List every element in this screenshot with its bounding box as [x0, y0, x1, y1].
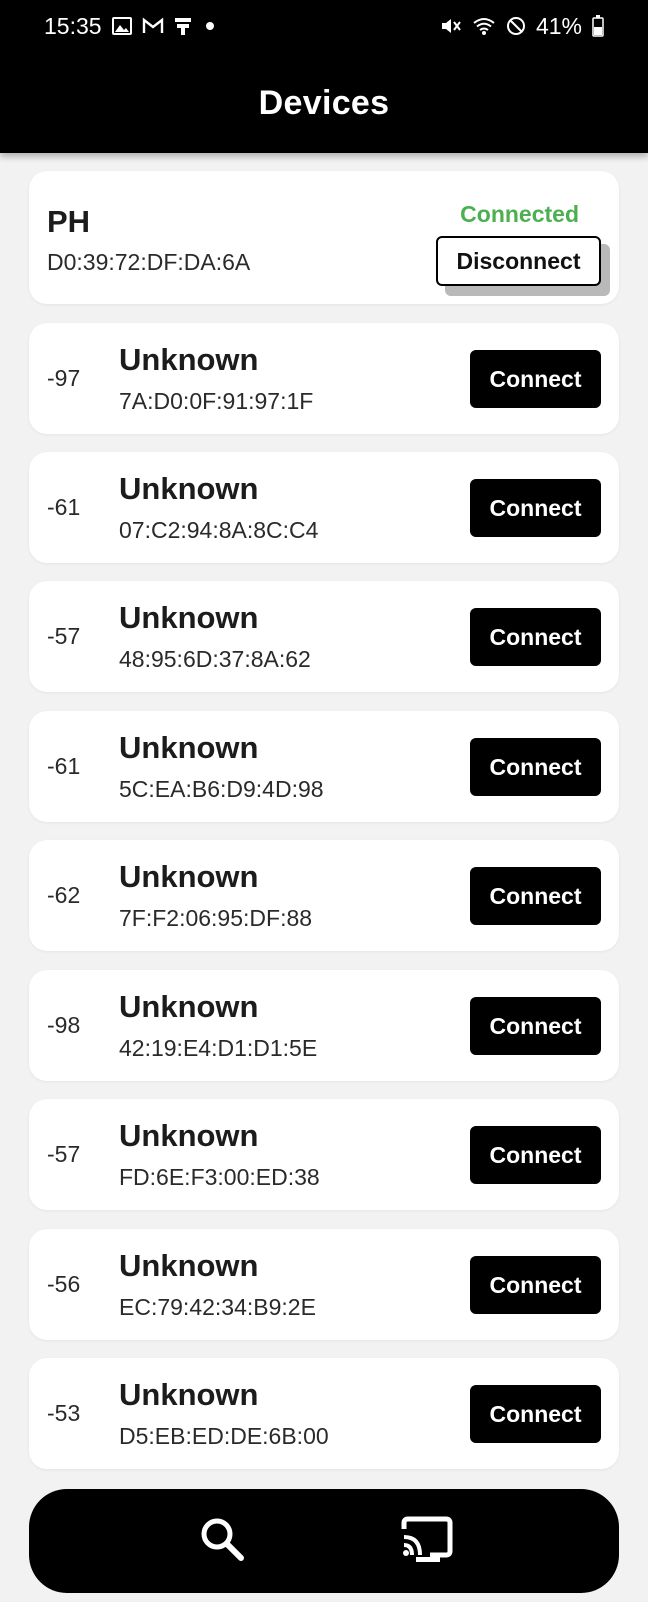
device-mac: 5C:EA:B6:D9:4D:98 [119, 776, 324, 802]
connect-button[interactable]: Connect [470, 997, 601, 1055]
connect-button[interactable]: Connect [470, 608, 601, 666]
disconnect-button[interactable]: Disconnect [436, 236, 601, 286]
bottom-nav [29, 1489, 619, 1593]
connect-button[interactable]: Connect [470, 1126, 601, 1184]
notification-icon [174, 16, 192, 36]
device-name: Unknown [119, 600, 259, 635]
device-mac: 07:C2:94:8A:8C:C4 [119, 517, 319, 543]
device-rssi: -57 [47, 623, 81, 649]
device-name: Unknown [119, 1377, 259, 1412]
connected-device-mac: D0:39:72:DF:DA:6A [47, 249, 251, 275]
device-mac: EC:79:42:34:B9:2E [119, 1294, 316, 1320]
connect-button[interactable]: Connect [470, 867, 601, 925]
wifi-icon [472, 16, 496, 36]
do-not-disturb-icon [506, 16, 526, 36]
page-title: Devices [258, 83, 390, 122]
gmail-icon [142, 17, 164, 35]
device-name: Unknown [119, 730, 259, 765]
device-mac: 7F:F2:06:95:DF:88 [119, 905, 313, 931]
status-right: 41% [440, 13, 604, 40]
device-name: Unknown [119, 471, 259, 506]
device-rssi: -53 [47, 1400, 81, 1426]
dot-icon [202, 18, 218, 34]
device-card: -61 Unknown 5C:EA:B6:D9:4D:98 Connect [29, 711, 619, 822]
device-mac: 7A:D0:0F:91:97:1F [119, 388, 314, 414]
status-bar: 15:35 41% [0, 0, 648, 52]
cast-icon [400, 1515, 454, 1568]
connected-device-card: PH D0:39:72:DF:DA:6A Connected Disconnec… [29, 171, 619, 304]
connect-button[interactable]: Connect [470, 350, 601, 408]
status-left: 15:35 [44, 13, 218, 40]
device-name: Unknown [119, 859, 259, 894]
battery-icon [592, 15, 604, 37]
connect-button[interactable]: Connect [470, 738, 601, 796]
device-card: -61 Unknown 07:C2:94:8A:8C:C4 Connect [29, 452, 619, 563]
connect-button[interactable]: Connect [470, 479, 601, 537]
nav-search-button[interactable] [187, 1506, 257, 1576]
image-icon [111, 17, 132, 35]
clock: 15:35 [44, 12, 102, 39]
device-card: -97 Unknown 7A:D0:0F:91:97:1F Connect [29, 323, 619, 434]
device-card: -98 Unknown 42:19:E4:D1:D1:5E Connect [29, 970, 619, 1081]
device-rssi: -61 [47, 753, 81, 779]
device-card: -62 Unknown 7F:F2:06:95:DF:88 Connect [29, 840, 619, 951]
connect-button[interactable]: Connect [470, 1256, 601, 1314]
device-mac: 42:19:E4:D1:D1:5E [119, 1035, 318, 1061]
device-name: Unknown [119, 1248, 259, 1283]
connect-button[interactable]: Connect [470, 1385, 601, 1443]
connection-status: Connected [460, 201, 579, 227]
search-icon [197, 1514, 247, 1569]
device-name: Unknown [119, 1118, 259, 1153]
connected-device-name: PH [47, 204, 91, 239]
device-rssi: -97 [47, 365, 81, 391]
mute-icon [440, 16, 462, 36]
device-name: Unknown [119, 342, 259, 377]
device-rssi: -57 [47, 1141, 81, 1167]
battery-percent: 41% [535, 12, 582, 39]
nav-cast-button[interactable] [392, 1506, 462, 1576]
device-name: Unknown [119, 989, 259, 1024]
device-rssi: -61 [47, 494, 81, 520]
device-mac: FD:6E:F3:00:ED:38 [119, 1164, 320, 1190]
device-card: -57 Unknown FD:6E:F3:00:ED:38 Connect [29, 1099, 619, 1210]
device-mac: 48:95:6D:37:8A:62 [119, 646, 311, 672]
device-mac: D5:EB:ED:DE:6B:00 [119, 1423, 329, 1449]
device-rssi: -98 [47, 1012, 81, 1038]
device-card: -57 Unknown 48:95:6D:37:8A:62 Connect [29, 581, 619, 692]
device-rssi: -56 [47, 1271, 81, 1297]
device-card: -56 Unknown EC:79:42:34:B9:2E Connect [29, 1229, 619, 1340]
app-bar: Devices [0, 52, 648, 153]
device-rssi: -62 [47, 882, 81, 908]
disconnect-button-wrap: Disconnect [436, 236, 610, 296]
device-card: -53 Unknown D5:EB:ED:DE:6B:00 Connect [29, 1358, 619, 1469]
